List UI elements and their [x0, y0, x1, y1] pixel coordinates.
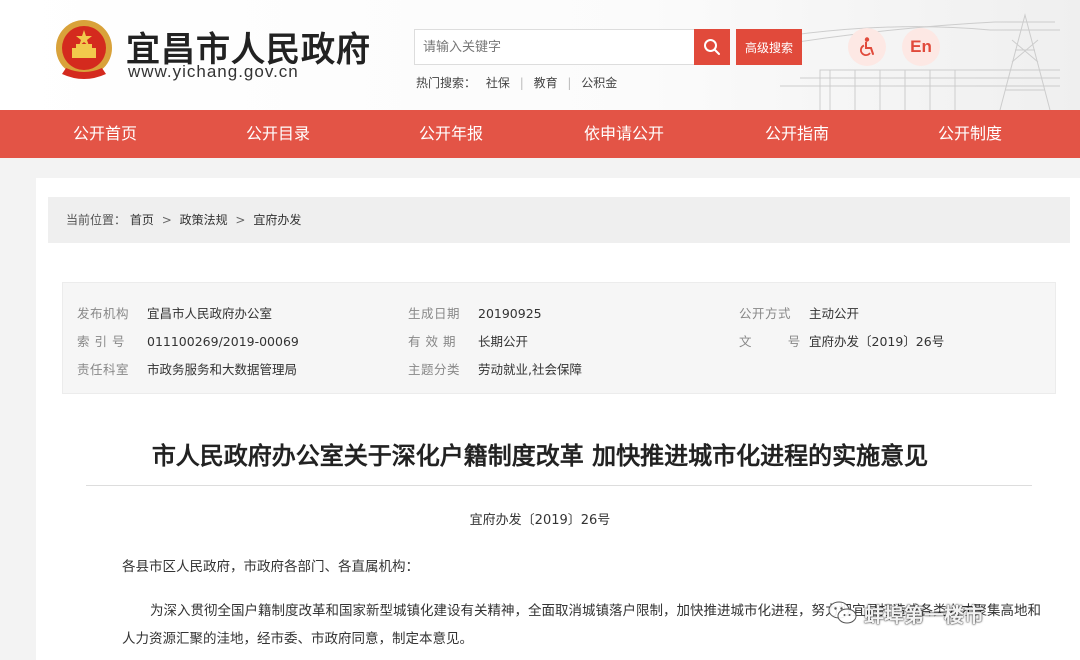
meta-label-date: 生成日期 [408, 306, 461, 321]
hot-search: 热门搜索： 社保 | 教育 | 公积金 [416, 74, 623, 91]
meta-label-category: 主题分类 [408, 362, 461, 377]
document-number: 宜府办发〔2019〕26号 [469, 513, 611, 528]
watermark-text: 蚌埠第一楼市 [864, 602, 984, 627]
breadcrumb-separator: > [161, 213, 172, 227]
meta-label-index: 索 引 号 [77, 334, 125, 349]
nav-item-public-catalog[interactable]: 公开目录 [223, 110, 333, 158]
document-salutation: 各县市区人民政府，市政府各部门、各直属机构： [122, 559, 419, 575]
wechat-icon [828, 601, 857, 624]
search-button[interactable] [694, 29, 730, 65]
national-emblem-icon [56, 20, 112, 79]
meta-publisher: 宜昌市人民政府办公室 [147, 306, 273, 321]
search-box [414, 29, 730, 65]
hot-search-label: 热门搜索： [416, 76, 477, 90]
document-metadata: 发布机构 宜昌市人民政府办公室 生成日期 20190925 公开方式 主动公开 索 引… [62, 282, 1056, 394]
meta-doc-no: 宜府办发〔2019〕26号 [809, 334, 945, 349]
accessibility-button[interactable] [848, 28, 886, 66]
meta-label-publisher: 发布机构 [77, 306, 130, 321]
meta-label-responsible: 责任科室 [77, 362, 130, 377]
content-card [36, 178, 1080, 660]
breadcrumb: 当前位置： 首页 > 政策法规 > 宜府办发 [48, 197, 1070, 243]
nav-item-request-disclosure[interactable]: 依申请公开 [569, 110, 679, 158]
meta-label-validity: 有 效 期 [408, 334, 456, 349]
meta-validity: 长期公开 [478, 334, 529, 349]
main-navigation: 公开首页 公开目录 公开年报 依申请公开 公开指南 公开制度 [0, 110, 1080, 158]
breadcrumb-separator: > [235, 213, 246, 227]
meta-responsible: 市政务服务和大数据管理局 [147, 362, 298, 377]
breadcrumb-home[interactable]: 首页 [130, 213, 154, 227]
breadcrumb-current[interactable]: 宜府办发 [253, 213, 301, 227]
hot-keyword-education[interactable]: 教育 [534, 76, 558, 90]
search-icon [704, 39, 720, 55]
separator: | [519, 76, 524, 90]
site-header: 宜昌市人民政府 www.yichang.gov.cn 高级搜索 热门搜索： 社保… [0, 0, 1080, 110]
meta-label-open-mode: 公开方式 [739, 306, 792, 321]
accessibility-icon [860, 37, 874, 56]
document-title: 市人民政府办公室关于深化户籍制度改革 加快推进城市化进程的实施意见 [151, 442, 929, 470]
meta-label-doc-no: 文 号 [739, 334, 801, 349]
watermark: 蚌埠第一楼市 [828, 596, 984, 630]
title-divider [86, 485, 1032, 486]
advanced-search-button[interactable]: 高级搜索 [736, 29, 802, 65]
nav-item-public-home[interactable]: 公开首页 [50, 110, 160, 158]
site-url[interactable]: www.yichang.gov.cn [128, 62, 299, 82]
breadcrumb-label: 当前位置： [66, 213, 127, 227]
hot-keyword-social-security[interactable]: 社保 [486, 76, 510, 90]
meta-open-mode: 主动公开 [809, 306, 860, 321]
meta-category: 劳动就业,社会保障 [478, 362, 582, 377]
search-input[interactable] [415, 30, 695, 64]
nav-item-rules[interactable]: 公开制度 [915, 110, 1025, 158]
nav-item-annual-report[interactable]: 公开年报 [396, 110, 506, 158]
breadcrumb-policy[interactable]: 政策法规 [180, 213, 228, 227]
hot-keyword-housing-fund[interactable]: 公积金 [581, 76, 617, 90]
separator: | [567, 76, 572, 90]
nav-item-guide[interactable]: 公开指南 [742, 110, 852, 158]
meta-index: 011100269/2019-00069 [147, 334, 299, 349]
meta-date: 20190925 [478, 306, 542, 321]
english-version-button[interactable]: En [902, 28, 940, 66]
